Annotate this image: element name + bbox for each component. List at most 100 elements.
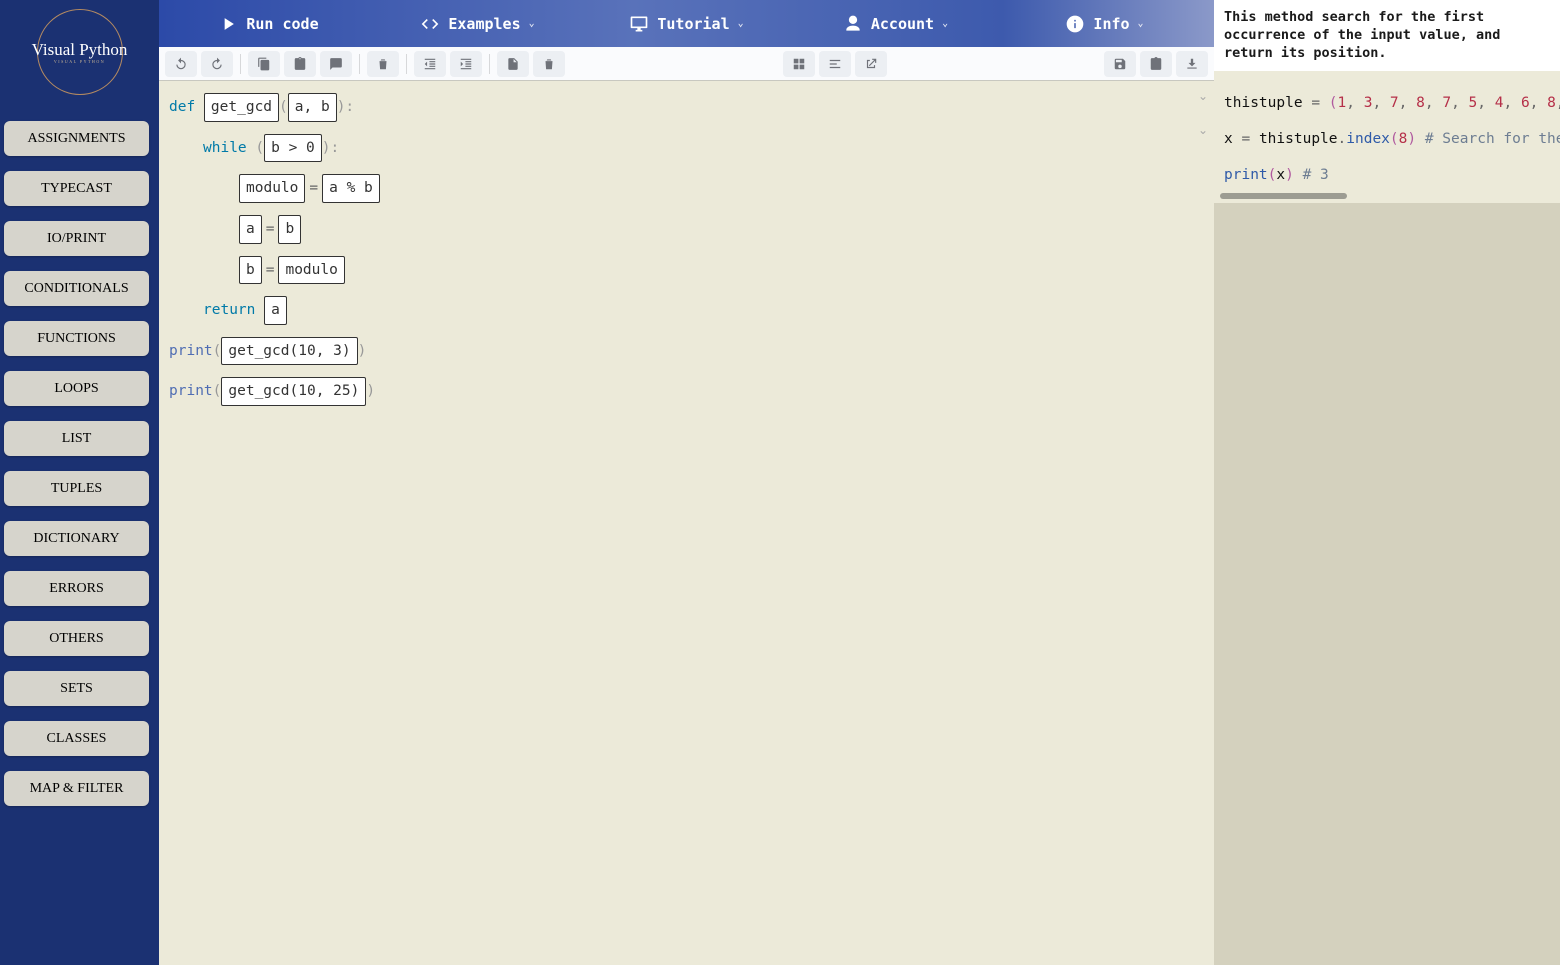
right-code-line: thistuple = (1, 3, 7, 8, 7, 5, 4, 6, 8, [1224,85,1550,121]
trash-icon [376,57,390,71]
category-map-filter[interactable]: MAP & FILTER [4,771,149,806]
comment-button[interactable] [320,51,352,77]
redo-icon [210,57,224,71]
redo-button[interactable] [201,51,233,77]
indent-button[interactable] [450,51,482,77]
undo-icon [174,57,188,71]
paste-icon [293,57,307,71]
return-value-box[interactable]: a [264,296,287,325]
clipboard-button[interactable] [1140,51,1172,77]
category-conditionals[interactable]: CONDITIONALS [4,271,149,306]
account-dropdown[interactable]: Account ⌄ [796,14,995,34]
trash-icon [542,57,556,71]
copy-icon [257,57,271,71]
paste-button[interactable] [284,51,316,77]
chevron-down-icon[interactable]: ⌄ [1198,89,1208,103]
number-literal: 7 [1442,95,1451,111]
info-dropdown[interactable]: Info ⌄ [1005,14,1204,34]
call-box[interactable]: get_gcd(10, 3) [221,337,357,366]
scrollbar-thumb[interactable] [1220,193,1347,199]
category-list: ASSIGNMENTS TYPECAST IO/PRINT CONDITIONALS F… [4,106,155,806]
editor-area: def get_gcd(a, b): while (b > 0): modulo… [159,81,1214,965]
fold-gutter: ⌄ ⌄ [1192,81,1214,965]
grid-button[interactable] [783,51,815,77]
category-errors[interactable]: ERRORS [4,571,149,606]
category-typecast[interactable]: TYPECAST [4,171,149,206]
number-literal: 8 [1416,95,1425,111]
number-literal: 7 [1390,95,1399,111]
call-box[interactable]: get_gcd(10, 25) [221,377,366,406]
rhs-box[interactable]: b [278,215,301,244]
chevron-down-icon: ⌄ [942,18,948,29]
keyword-while: while [203,140,255,156]
copy-button[interactable] [248,51,280,77]
tutorial-dropdown[interactable]: Tutorial ⌄ [587,14,786,34]
align-button[interactable] [819,51,851,77]
delete-button[interactable] [367,51,399,77]
category-loops[interactable]: LOOPS [4,371,149,406]
outdent-button[interactable] [414,51,446,77]
builtin-print: print [169,343,213,359]
chevron-down-icon[interactable]: ⌄ [1198,123,1208,137]
code-line[interactable]: while (b > 0): [169,134,1182,163]
code-icon [420,14,440,34]
code-line[interactable]: return a [169,296,1182,325]
code-line[interactable]: b=modulo [169,256,1182,285]
editor-toolbar [159,47,1214,81]
category-classes[interactable]: CLASSES [4,721,149,756]
number-literal: 6 [1521,95,1530,111]
code-line[interactable]: def get_gcd(a, b): [169,93,1182,122]
code-line[interactable]: a=b [169,215,1182,244]
info-label: Info [1093,15,1129,33]
info-icon [1065,14,1085,34]
examples-label: Examples [448,15,520,33]
number-literal: 1 [1338,95,1347,111]
user-icon [843,14,863,34]
undo-button[interactable] [165,51,197,77]
code-editor[interactable]: def get_gcd(a, b): while (b > 0): modulo… [159,81,1192,965]
code-line[interactable]: print(get_gcd(10, 25)) [169,377,1182,406]
lhs-box[interactable]: a [239,215,262,244]
export-button[interactable] [855,51,887,77]
keyword-def: def [169,99,204,115]
rhs-box[interactable]: modulo [278,256,344,285]
run-code-button[interactable]: Run code [169,14,368,34]
logo-main: Visual Python [32,40,128,59]
right-panel: This method search for the first occurre… [1214,0,1560,965]
category-io-print[interactable]: IO/PRINT [4,221,149,256]
rhs-box[interactable]: a % b [322,174,380,203]
right-code-line: x = thistuple.index(8) # Search for the [1224,121,1550,157]
function-args-box[interactable]: a, b [288,93,337,122]
lhs-box[interactable]: modulo [239,174,305,203]
category-list[interactable]: LIST [4,421,149,456]
file-icon [506,57,520,71]
category-assignments[interactable]: ASSIGNMENTS [4,121,149,156]
number-literal: 5 [1469,95,1478,111]
identifier: x [1224,131,1233,147]
condition-box[interactable]: b > 0 [264,134,322,163]
category-sets[interactable]: SETS [4,671,149,706]
save-button[interactable] [1104,51,1136,77]
code-line[interactable]: modulo=a % b [169,174,1182,203]
tutorial-label: Tutorial [657,15,729,33]
download-icon [1185,57,1199,71]
category-tuples[interactable]: TUPLES [4,471,149,506]
horizontal-scrollbar[interactable] [1220,193,1554,199]
method-name: index [1346,131,1390,147]
chevron-down-icon: ⌄ [1138,18,1144,29]
comment: # Search for the [1425,131,1560,147]
code-line[interactable]: print(get_gcd(10, 3)) [169,337,1182,366]
right-code-line: print(x) # 3 [1224,157,1550,193]
top-nav: Run code Examples ⌄ Tutorial ⌄ Account ⌄… [159,0,1214,47]
lhs-box[interactable]: b [239,256,262,285]
function-name-box[interactable]: get_gcd [204,93,279,122]
download-button[interactable] [1176,51,1208,77]
category-functions[interactable]: FUNCTIONS [4,321,149,356]
examples-dropdown[interactable]: Examples ⌄ [378,14,577,34]
chevron-down-icon: ⌄ [529,18,535,29]
category-dictionary[interactable]: DICTIONARY [4,521,149,556]
category-others[interactable]: OTHERS [4,621,149,656]
logo[interactable]: Visual Python VISUAL PYTHON [22,6,137,98]
file-button[interactable] [497,51,529,77]
delete-all-button[interactable] [533,51,565,77]
